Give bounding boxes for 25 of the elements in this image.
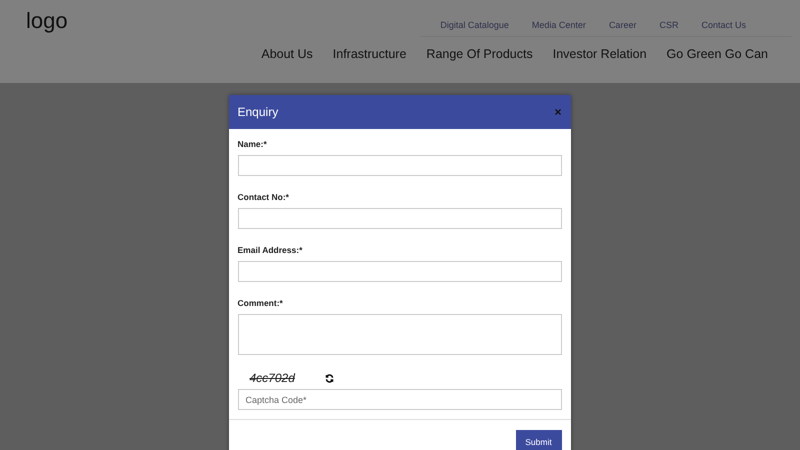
main-nav-link[interactable]: Go Green Go Can [666, 47, 768, 61]
field-label: Contact No:* [238, 192, 290, 202]
refresh-icon[interactable] [324, 374, 334, 382]
top-nav-link[interactable]: CSR [659, 20, 678, 30]
top-nav-link[interactable]: Media Center [532, 20, 586, 30]
main-nav-link[interactable]: Infrastructure [332, 47, 406, 61]
dialog-title: Enquiry [238, 105, 278, 119]
submit-button[interactable]: Submit [516, 430, 562, 450]
top-nav-link[interactable]: Career [608, 20, 636, 30]
main-nav-link[interactable]: Range Of Products [426, 47, 533, 61]
captcha-field[interactable]: Captcha Code* [238, 389, 562, 410]
field-label: Email Address:* [238, 245, 304, 255]
main-nav-link[interactable]: About Us [261, 47, 313, 61]
input-field[interactable] [238, 261, 562, 282]
close-button[interactable]: × [554, 106, 562, 118]
input-field[interactable] [238, 155, 562, 176]
input-field[interactable] [238, 208, 562, 229]
field-label: Comment:* [238, 298, 284, 308]
comment-field[interactable] [238, 314, 562, 355]
field-label: Name:* [238, 139, 268, 149]
logo: logo [26, 8, 68, 35]
captcha-code: 4cc702d [250, 371, 295, 385]
top-nav-link[interactable]: Contact Us [701, 20, 746, 30]
main-nav-link[interactable]: Investor Relation [552, 47, 647, 61]
top-nav-link[interactable]: Digital Catalogue [440, 20, 509, 30]
